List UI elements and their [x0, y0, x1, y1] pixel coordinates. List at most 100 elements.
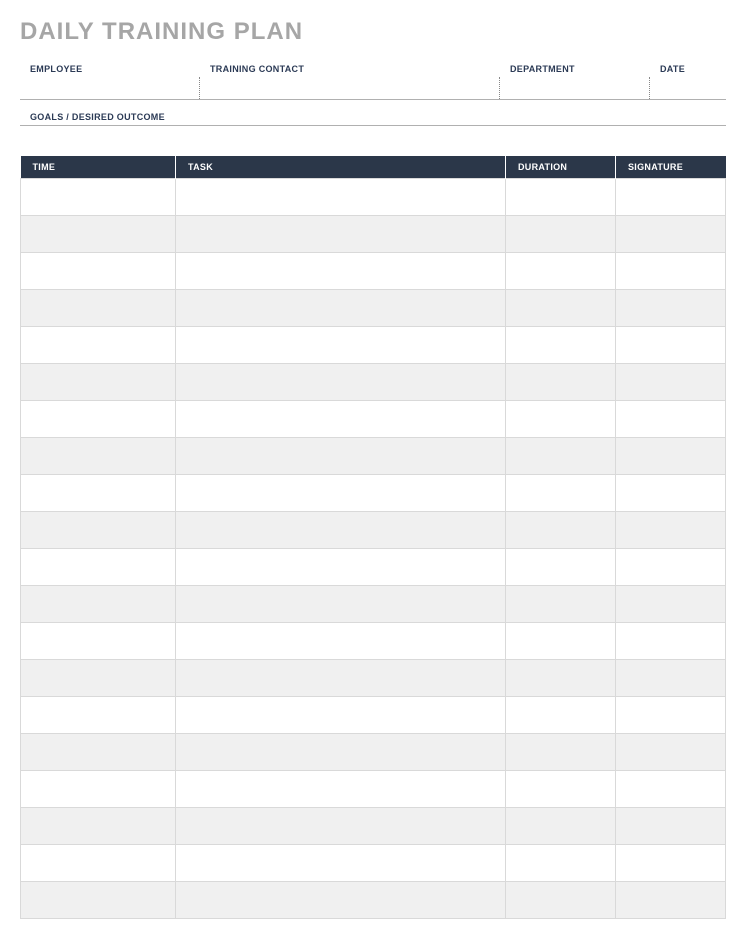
cell-time[interactable] — [21, 623, 176, 660]
cell-time[interactable] — [21, 364, 176, 401]
cell-duration[interactable] — [506, 438, 616, 475]
cell-signature[interactable] — [616, 697, 726, 734]
cell-task[interactable] — [176, 882, 506, 919]
cell-task[interactable] — [176, 845, 506, 882]
cell-time[interactable] — [21, 845, 176, 882]
date-label: DATE — [650, 60, 726, 77]
employee-label: EMPLOYEE — [20, 60, 200, 77]
cell-duration[interactable] — [506, 216, 616, 253]
table-row — [21, 660, 726, 697]
cell-duration[interactable] — [506, 179, 616, 216]
cell-duration[interactable] — [506, 401, 616, 438]
cell-duration[interactable] — [506, 253, 616, 290]
cell-time[interactable] — [21, 512, 176, 549]
cell-signature[interactable] — [616, 475, 726, 512]
info-section: EMPLOYEE TRAINING CONTACT DEPARTMENT DAT… — [20, 60, 726, 100]
cell-time[interactable] — [21, 697, 176, 734]
cell-signature[interactable] — [616, 290, 726, 327]
table-row — [21, 549, 726, 586]
cell-signature[interactable] — [616, 808, 726, 845]
cell-duration[interactable] — [506, 475, 616, 512]
cell-task[interactable] — [176, 512, 506, 549]
table-row — [21, 216, 726, 253]
cell-time[interactable] — [21, 586, 176, 623]
cell-signature[interactable] — [616, 623, 726, 660]
training-contact-label: TRAINING CONTACT — [200, 60, 500, 77]
cell-task[interactable] — [176, 660, 506, 697]
cell-task[interactable] — [176, 401, 506, 438]
cell-time[interactable] — [21, 734, 176, 771]
cell-duration[interactable] — [506, 623, 616, 660]
cell-task[interactable] — [176, 364, 506, 401]
cell-task[interactable] — [176, 253, 506, 290]
cell-duration[interactable] — [506, 845, 616, 882]
cell-duration[interactable] — [506, 586, 616, 623]
cell-duration[interactable] — [506, 549, 616, 586]
cell-task[interactable] — [176, 623, 506, 660]
cell-signature[interactable] — [616, 327, 726, 364]
date-value[interactable] — [650, 77, 726, 99]
cell-duration[interactable] — [506, 734, 616, 771]
schedule-table: TIME TASK DURATION SIGNATURE — [20, 156, 726, 919]
cell-task[interactable] — [176, 734, 506, 771]
cell-time[interactable] — [21, 771, 176, 808]
cell-task[interactable] — [176, 475, 506, 512]
cell-duration[interactable] — [506, 327, 616, 364]
cell-task[interactable] — [176, 549, 506, 586]
cell-time[interactable] — [21, 438, 176, 475]
cell-signature[interactable] — [616, 179, 726, 216]
cell-time[interactable] — [21, 216, 176, 253]
cell-time[interactable] — [21, 253, 176, 290]
cell-signature[interactable] — [616, 438, 726, 475]
cell-duration[interactable] — [506, 808, 616, 845]
table-row — [21, 808, 726, 845]
cell-time[interactable] — [21, 401, 176, 438]
cell-task[interactable] — [176, 438, 506, 475]
cell-task[interactable] — [176, 586, 506, 623]
cell-time[interactable] — [21, 475, 176, 512]
cell-duration[interactable] — [506, 364, 616, 401]
cell-task[interactable] — [176, 216, 506, 253]
cell-time[interactable] — [21, 179, 176, 216]
cell-signature[interactable] — [616, 882, 726, 919]
cell-duration[interactable] — [506, 512, 616, 549]
table-row — [21, 697, 726, 734]
cell-duration[interactable] — [506, 660, 616, 697]
goals-row: GOALS / DESIRED OUTCOME — [20, 108, 726, 126]
cell-signature[interactable] — [616, 586, 726, 623]
cell-signature[interactable] — [616, 401, 726, 438]
cell-task[interactable] — [176, 697, 506, 734]
cell-duration[interactable] — [506, 290, 616, 327]
cell-time[interactable] — [21, 660, 176, 697]
training-contact-value[interactable] — [200, 77, 500, 99]
cell-task[interactable] — [176, 771, 506, 808]
cell-time[interactable] — [21, 290, 176, 327]
department-cell: DEPARTMENT — [500, 60, 650, 99]
cell-signature[interactable] — [616, 549, 726, 586]
info-row: EMPLOYEE TRAINING CONTACT DEPARTMENT DAT… — [20, 60, 726, 100]
cell-signature[interactable] — [616, 660, 726, 697]
cell-task[interactable] — [176, 290, 506, 327]
cell-time[interactable] — [21, 808, 176, 845]
department-label: DEPARTMENT — [500, 60, 650, 77]
employee-value[interactable] — [20, 77, 200, 99]
cell-signature[interactable] — [616, 845, 726, 882]
cell-time[interactable] — [21, 549, 176, 586]
cell-duration[interactable] — [506, 882, 616, 919]
table-row — [21, 475, 726, 512]
table-row — [21, 882, 726, 919]
cell-signature[interactable] — [616, 364, 726, 401]
cell-signature[interactable] — [616, 253, 726, 290]
cell-duration[interactable] — [506, 771, 616, 808]
cell-time[interactable] — [21, 882, 176, 919]
cell-signature[interactable] — [616, 512, 726, 549]
cell-signature[interactable] — [616, 771, 726, 808]
cell-task[interactable] — [176, 179, 506, 216]
cell-duration[interactable] — [506, 697, 616, 734]
cell-time[interactable] — [21, 327, 176, 364]
cell-signature[interactable] — [616, 216, 726, 253]
cell-task[interactable] — [176, 327, 506, 364]
department-value[interactable] — [500, 77, 650, 99]
cell-task[interactable] — [176, 808, 506, 845]
cell-signature[interactable] — [616, 734, 726, 771]
